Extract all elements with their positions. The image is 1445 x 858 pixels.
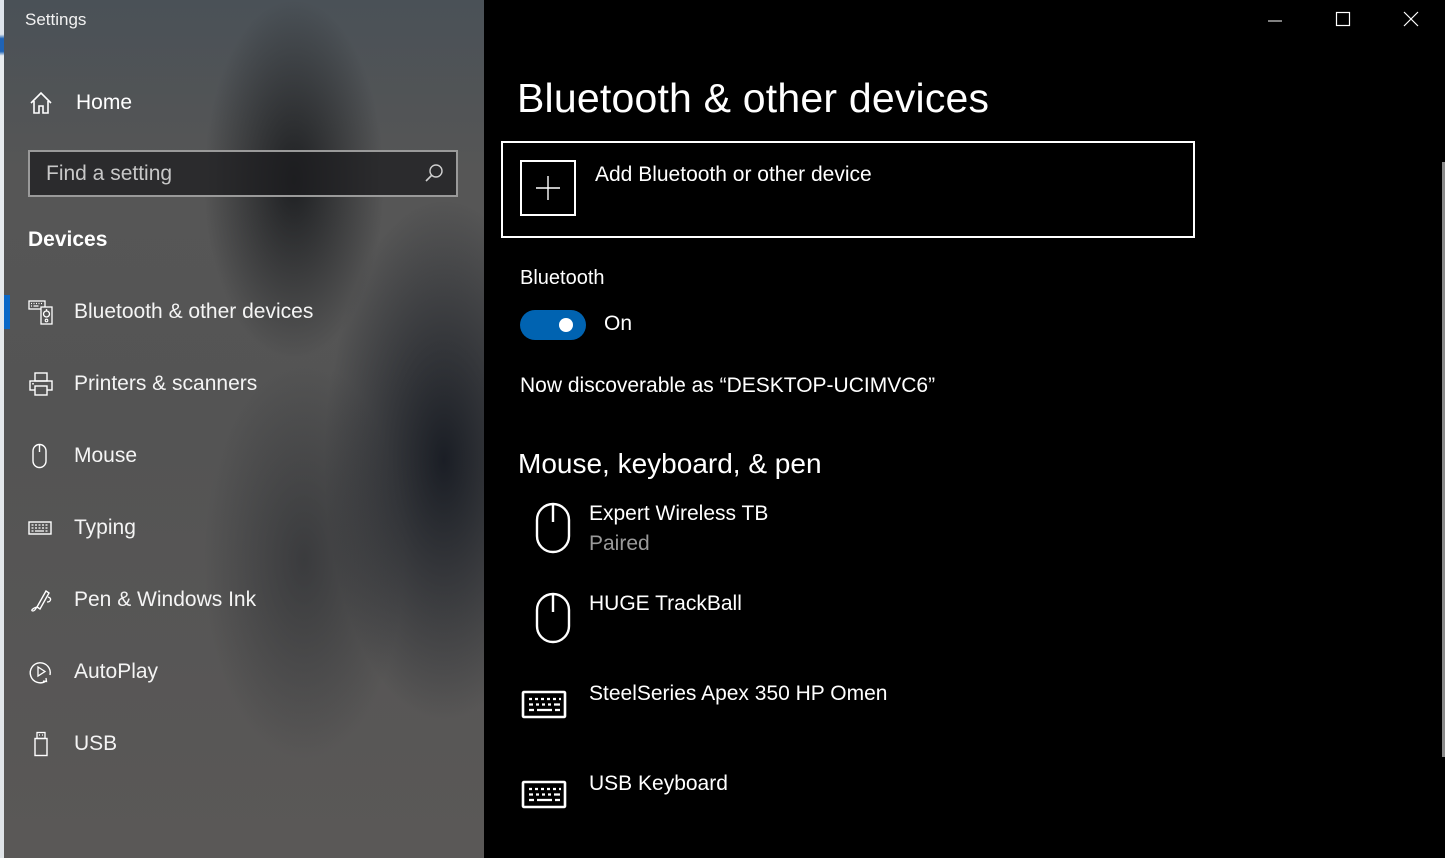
- search-box[interactable]: [28, 150, 458, 197]
- printer-icon: [29, 372, 53, 396]
- toggle-knob: [559, 318, 573, 332]
- bluetooth-devices-icon: [28, 300, 53, 325]
- bluetooth-state-label: On: [604, 312, 633, 335]
- main-content: Bluetooth & other devices Add Bluetooth …: [484, 0, 1445, 858]
- pen-icon: [31, 589, 52, 612]
- mouse-icon: [535, 592, 571, 644]
- sidebar-nav: Bluetooth & other devices Printers & sca…: [4, 276, 484, 780]
- keyboard-icon: [521, 690, 567, 719]
- search-icon[interactable]: [424, 163, 444, 183]
- section-title: Mouse, keyboard, & pen: [518, 448, 822, 479]
- sidebar-item-printers[interactable]: Printers & scanners: [4, 348, 484, 420]
- device-name: SteelSeries Apex 350 HP Omen: [589, 682, 888, 705]
- maximize-icon: [1335, 11, 1351, 27]
- page-title: Bluetooth & other devices: [517, 75, 990, 121]
- close-icon: [1403, 11, 1419, 27]
- keyboard-icon: [28, 521, 52, 535]
- device-status: Paired: [589, 532, 650, 555]
- sidebar: Settings Home Devices Bluetooth & other …: [4, 0, 484, 858]
- keyboard-icon: [521, 780, 567, 809]
- sidebar-item-typing[interactable]: Typing: [4, 492, 484, 564]
- app-title: Settings: [25, 10, 87, 29]
- sidebar-item-label: Typing: [74, 516, 136, 539]
- search-input[interactable]: [30, 152, 426, 195]
- device-name: USB Keyboard: [589, 772, 728, 795]
- bluetooth-toggle[interactable]: [520, 310, 586, 340]
- home-label: Home: [76, 91, 133, 114]
- add-device-button[interactable]: Add Bluetooth or other device: [501, 141, 1195, 238]
- sidebar-item-usb[interactable]: USB: [4, 708, 484, 780]
- sidebar-item-label: Mouse: [74, 444, 138, 467]
- device-item[interactable]: USB Keyboard: [514, 772, 1214, 852]
- sidebar-item-label: AutoPlay: [74, 660, 159, 683]
- home-nav-item[interactable]: Home: [28, 84, 132, 122]
- sidebar-item-autoplay[interactable]: AutoPlay: [4, 636, 484, 708]
- home-icon: [30, 91, 52, 114]
- sidebar-item-label: USB: [74, 732, 118, 755]
- sidebar-item-mouse[interactable]: Mouse: [4, 420, 484, 492]
- autoplay-icon: [29, 662, 51, 684]
- plus-icon: [520, 160, 576, 216]
- maximize-button[interactable]: [1309, 0, 1377, 38]
- sidebar-item-pen[interactable]: Pen & Windows Ink: [4, 564, 484, 636]
- close-button[interactable]: [1377, 0, 1445, 38]
- usb-icon: [34, 731, 48, 757]
- minimize-button[interactable]: [1241, 0, 1309, 38]
- sidebar-item-label: Bluetooth & other devices: [74, 300, 314, 323]
- device-name: HUGE TrackBall: [589, 592, 742, 615]
- device-name: Expert Wireless TB: [589, 502, 769, 525]
- add-device-label: Add Bluetooth or other device: [595, 163, 872, 186]
- mouse-icon: [535, 502, 571, 554]
- selected-indicator: [4, 295, 10, 329]
- device-item[interactable]: SteelSeries Apex 350 HP Omen: [514, 682, 1214, 762]
- sidebar-item-bluetooth[interactable]: Bluetooth & other devices: [4, 276, 484, 348]
- minimize-icon: [1268, 20, 1282, 22]
- discoverable-text: Now discoverable as “DESKTOP-UCIMVC6”: [520, 374, 936, 397]
- sidebar-item-label: Pen & Windows Ink: [74, 588, 257, 611]
- device-item[interactable]: Expert Wireless TB Paired: [514, 502, 1214, 582]
- device-item[interactable]: HUGE TrackBall: [514, 592, 1214, 672]
- sidebar-section-title: Devices: [28, 228, 108, 251]
- bluetooth-label: Bluetooth: [520, 267, 605, 289]
- mouse-icon: [32, 443, 47, 469]
- sidebar-item-label: Printers & scanners: [74, 372, 258, 395]
